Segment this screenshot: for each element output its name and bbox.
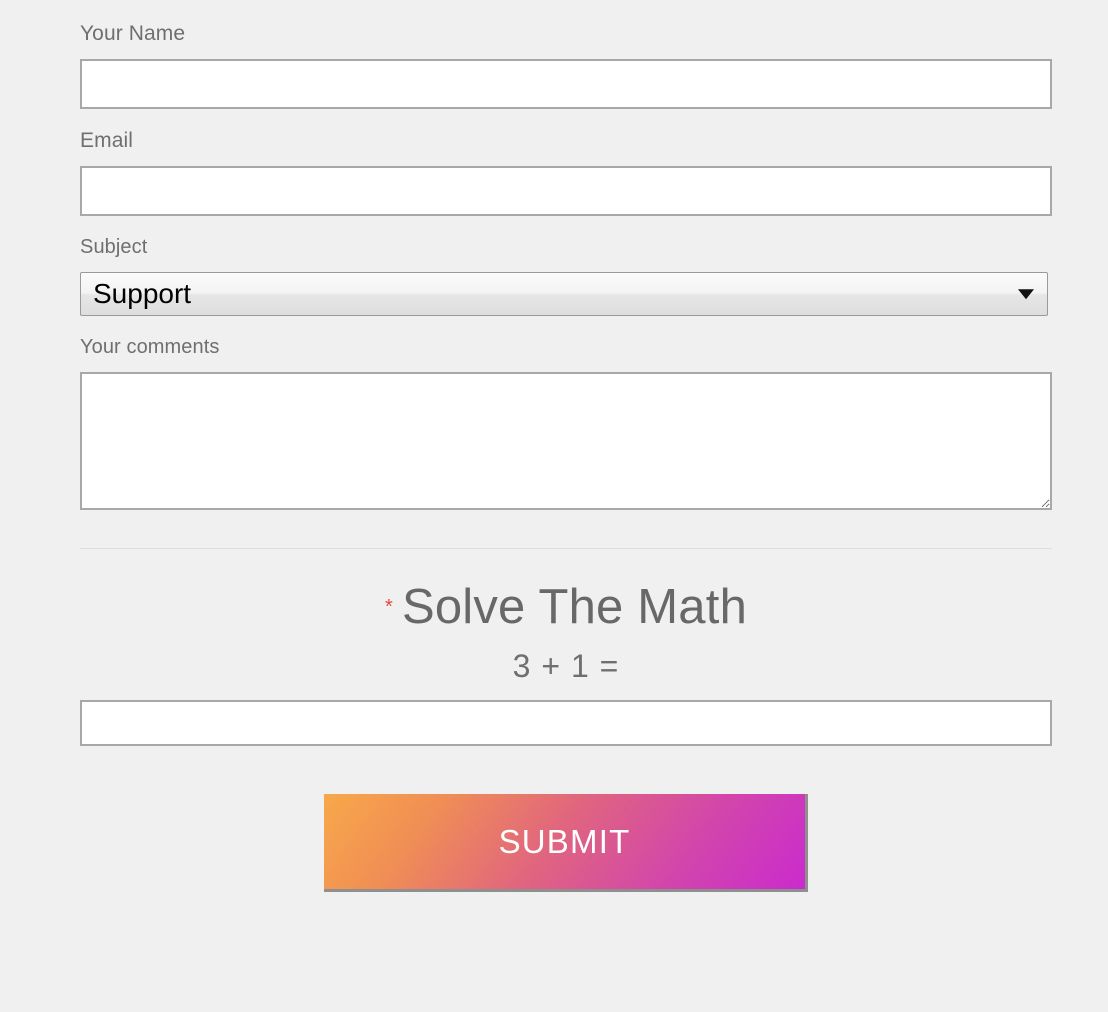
- contact-form: Your Name Email Subject Support Your com…: [80, 0, 1052, 892]
- name-label: Your Name: [80, 22, 186, 45]
- comments-label: Your comments: [80, 336, 220, 358]
- submit-button[interactable]: SUBMIT: [324, 794, 808, 892]
- name-input[interactable]: [80, 59, 1052, 109]
- subject-select-wrapper: Support: [80, 272, 1048, 316]
- captcha-heading: * Solve The Math: [80, 578, 1052, 636]
- subject-select[interactable]: Support: [80, 272, 1048, 316]
- email-label: Email: [80, 129, 134, 152]
- captcha-answer-input[interactable]: [80, 700, 1052, 746]
- captcha-heading-text: Solve The Math: [401, 580, 748, 634]
- submit-row: SUBMIT: [80, 794, 1052, 892]
- contact-form-page: Your Name Email Subject Support Your com…: [0, 0, 1108, 1012]
- required-asterisk-icon: *: [384, 596, 393, 618]
- email-input[interactable]: [80, 166, 1052, 216]
- comments-textarea[interactable]: [80, 372, 1052, 510]
- captcha-section: * Solve The Math 3 + 1 =: [80, 578, 1052, 746]
- section-divider: [80, 548, 1052, 549]
- subject-label: Subject: [80, 236, 148, 258]
- captcha-question: 3 + 1 =: [512, 648, 620, 684]
